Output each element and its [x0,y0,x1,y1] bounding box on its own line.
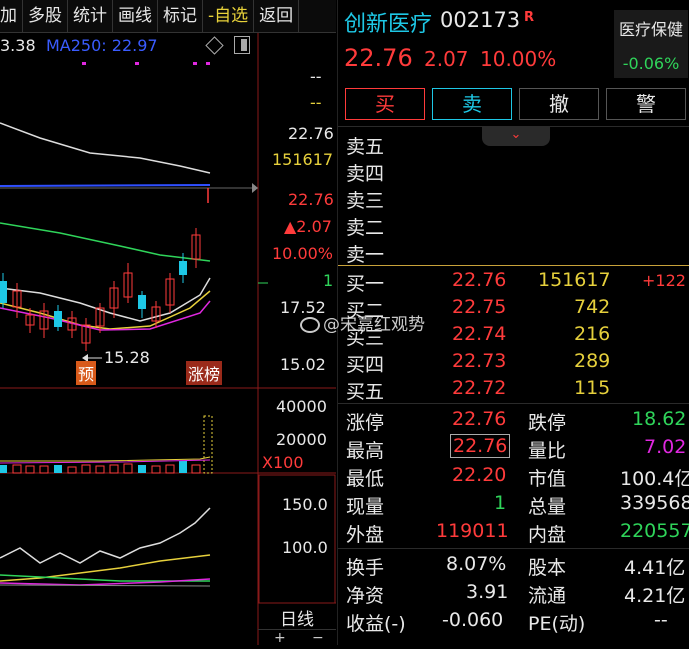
candles [0,228,201,351]
period-label[interactable]: 日线 [280,605,314,630]
stock-badge: R [524,10,535,25]
watermark: @宋嘉红观势 [300,310,425,335]
kline-chart[interactable]: 3.38 MA250: 22.97 -- -- 22.76 151617 22.… [0,33,336,646]
toolbar-back[interactable]: 返回 [254,0,300,32]
sell-level-1[interactable]: 卖一 [338,238,689,266]
zoom-bar: + − [258,629,336,646]
current-price: 22.76 [344,44,413,72]
buy-button[interactable]: 买 [345,88,425,120]
sell-level-5[interactable]: 卖五 [338,130,689,158]
stock-code: 002173 [440,8,521,32]
ind-axis-150: 150.0 [282,495,328,514]
stock-name: 创新医疗 [344,12,433,37]
alert-button[interactable]: 警 [606,88,686,120]
buy-level-1[interactable]: 买一 22.76 151617 +122 [338,267,689,295]
stats-row-high: 最高 22.76 量比 7.02 [346,434,687,462]
chart-toolbar: 加 多股 统计 画线 标记 -自选 返回 [0,0,336,33]
cancel-order-button[interactable]: 撤 [519,88,599,120]
toolbar-statistics[interactable]: 统计 [68,0,113,32]
ma250-label: MA250: 22.97 [46,36,158,55]
watermark-text: @宋嘉红观势 [323,315,425,335]
stats-row-nav: 净资 3.91 流通 4.21亿 [346,581,686,607]
vol-axis-40000: 40000 [276,397,327,416]
sell-level-2[interactable]: 卖二 [338,211,689,239]
vol-axis-20000: 20000 [276,430,327,449]
volume-bars [0,415,213,474]
sell-level-4[interactable]: 卖四 [338,157,689,185]
toolbar-add[interactable]: 加 [0,0,23,32]
axis-one: 1 [323,271,334,290]
stats-row-turnover: 换手 8.07% 股本 4.41亿 [346,553,686,579]
sector-name: 医疗保健 [618,20,683,39]
signal-markers [82,62,210,65]
axis-price-current: 22.76 [288,190,334,209]
price-change-pct: 10.00% [480,47,557,71]
zoom-in-button[interactable]: + [274,630,286,646]
ma-value-left: 3.38 [0,36,36,55]
buy-level-4[interactable]: 买四 22.73 289 [338,348,689,376]
vol-axis-unit: X100 [262,453,304,472]
stats-row-volume: 现量 1 总量 339568 [346,492,689,518]
axis-price-high: 22.76 [288,124,334,143]
toolbar-mark[interactable]: 标记 [158,0,203,32]
sell-button[interactable]: 卖 [432,88,512,120]
stats-row-outer-inner: 外盘 119011 内盘 220557 [346,520,689,546]
ind-axis-100: 100.0 [282,538,328,557]
panel-toggle-icon[interactable] [234,36,250,54]
axis-label-2: -- [310,93,322,112]
axis-change: ▲2.07 [284,217,332,236]
ma-line-white [0,122,211,174]
stats-row-low: 最低 22.20 市值 100.4亿 [346,464,689,490]
toolbar-watchlist[interactable]: -自选 [203,0,255,32]
price-change: 2.07 [424,47,469,71]
stats-row-eps: 收益(-) -0.060 PE(动) -- [346,609,668,635]
weibo-icon [300,317,320,333]
limit-up-tag: 涨榜 [186,361,223,385]
axis-change-pct: 10.00% [272,244,334,263]
low-price-annotation: 15.28 [104,348,150,367]
sell-level-3[interactable]: 卖三 [338,184,689,212]
toolbar-multi-stock[interactable]: 多股 [23,0,68,32]
stats-row-limits: 涨停 22.76 跌停 18.62 [346,408,687,434]
zoom-out-button[interactable]: − [312,630,324,646]
axis-label-1: -- [310,67,322,86]
toolbar-draw-line[interactable]: 画线 [113,0,158,32]
sector-change: -0.06% [622,54,680,73]
ma250-line [0,184,211,187]
axis-price-low: 15.02 [280,355,326,374]
buy-level-5[interactable]: 买五 22.72 115 [338,375,689,403]
sector-box[interactable]: 医疗保健 -0.06% [614,10,688,78]
axis-volume-value: 151617 [272,150,334,169]
pre-tag: 预 [76,361,97,385]
